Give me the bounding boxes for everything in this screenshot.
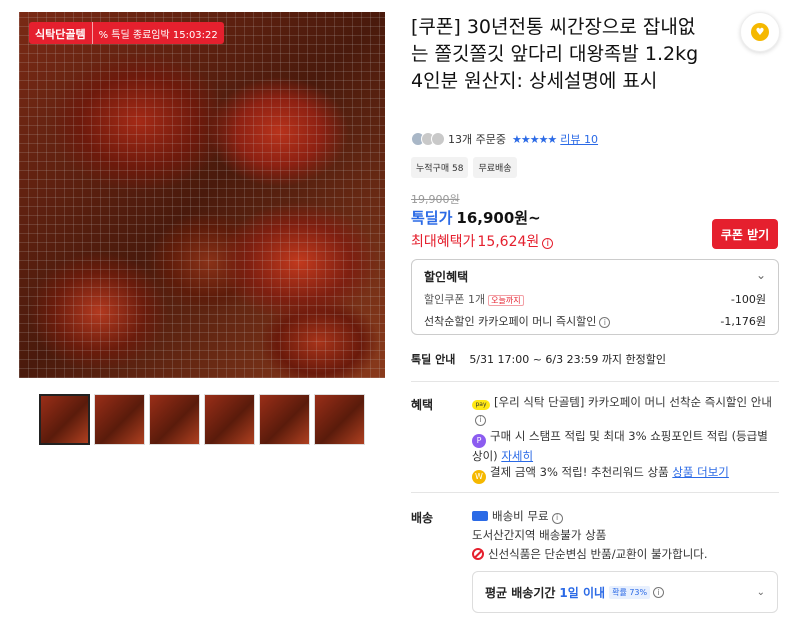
thumbnail[interactable] (204, 394, 255, 445)
buyer-count: 13개 주문중 (448, 133, 506, 146)
image-grid-texture (19, 12, 385, 378)
discount-row: 선착순할인 카카오페이 머니 즉시할인 i -1,176원 (424, 313, 766, 329)
deal-label: 톡딜가 (411, 209, 453, 227)
benefits-label: 혜택 (411, 398, 434, 412)
thumbnail[interactable] (94, 394, 145, 445)
today-tag: 오늘까지 (488, 295, 524, 306)
kakaopay-icon: pay (472, 400, 490, 410)
truck-icon (472, 511, 488, 521)
info-icon[interactable]: i (542, 238, 554, 249)
deal-price-row: 톡딜가 16,900원~ (411, 207, 541, 228)
discount-header: 할인혜택 (424, 270, 469, 284)
discount-box[interactable]: 할인혜택 ⌄ 할인쿠폰 1개 오늘까지 -100원 선착순할인 카카오페이 머니 … (411, 259, 779, 335)
review-link[interactable]: 리뷰 10 (560, 131, 598, 147)
shipping-warning: 신선식품은 단순변심 반품/교환이 불가합니다. (472, 546, 772, 562)
notice-label: 톡딜 안내 (411, 353, 456, 366)
image-badges: 식탁단골템 % 특딜 종료임박 15:03:22 (29, 22, 224, 44)
original-price: 19,900원 (411, 193, 460, 206)
point-icon: P (472, 434, 486, 448)
divider (411, 381, 779, 382)
benefit-item: W 결제 금액 3% 적립! 추천리워드 상품 상품 더보기 (472, 464, 772, 484)
deal-price: 16,900원~ (456, 209, 541, 227)
buyer-avatars (411, 132, 445, 146)
product-meta: 13개 주문중 ★★★★★ 리뷰 10 (411, 131, 598, 147)
thumbnail[interactable] (39, 394, 90, 445)
badge-label: 식탁단골템 (29, 22, 92, 44)
chip: 무료배송 (473, 157, 517, 178)
info-icon[interactable]: i (599, 317, 611, 328)
chip: 누적구매 58 (411, 157, 469, 178)
discount-row: 할인쿠폰 1개 오늘까지 -100원 (424, 291, 766, 307)
notice-text: 5/31 17:00 ~ 6/3 23:59 까지 한정할인 (469, 353, 667, 366)
benefit-item[interactable]: pay [우리 식탁 단골템] 카카오페이 머니 선착순 즉시할인 안내i (472, 394, 772, 426)
product-main-image[interactable] (19, 12, 385, 378)
product-chips: 누적구매 58 무료배송 (411, 157, 517, 178)
info-icon[interactable]: i (653, 586, 665, 598)
probability-badge: 확률 73% (609, 585, 651, 599)
info-icon[interactable]: i (475, 414, 486, 426)
shipping-fee: 배송비 무료 i (472, 508, 772, 524)
discount-row-label: 선착순할인 카카오페이 머니 즉시할인 (424, 315, 597, 328)
heart-coin-icon: ♥ (751, 23, 769, 41)
product-title: [쿠폰] 30년전통 씨간장으로 잡내없는 쫄깃쫄깃 앞다리 대왕족발 1.2k… (411, 16, 699, 92)
max-benefit-row: 최대혜택가 15,624원 i (411, 231, 554, 251)
thumbnail-strip (39, 394, 365, 445)
shipping-label: 배송 (411, 511, 434, 525)
avg-delivery-box[interactable]: 평균 배송기간 1일 이내 확률 73% i ⌄ (472, 571, 778, 613)
info-icon[interactable]: i (551, 512, 563, 524)
shipping-region: 도서산간지역 배송불가 상품 (472, 528, 607, 542)
more-products-link[interactable]: 상품 더보기 (672, 465, 729, 479)
wishlist-button[interactable]: ♥ (740, 12, 780, 52)
coin-icon: W (472, 470, 486, 484)
star-icon: ★★★★★ (511, 132, 557, 146)
deal-notice: 톡딜 안내 5/31 17:00 ~ 6/3 23:59 까지 한정할인 (411, 351, 666, 367)
thumbnail[interactable] (149, 394, 200, 445)
avg-delivery-value: 1일 이내 (559, 585, 606, 600)
discount-row-label: 할인쿠폰 1개 (424, 293, 486, 306)
thumbnail[interactable] (259, 394, 310, 445)
discount-row-value: -100원 (730, 293, 766, 306)
chevron-down-icon[interactable]: ⌄ (757, 587, 765, 598)
coupon-button[interactable]: 쿠폰 받기 (712, 219, 778, 249)
ban-icon (472, 548, 484, 560)
max-benefit-price: 15,624원 (477, 234, 540, 250)
details-link[interactable]: 자세히 (501, 449, 533, 463)
thumbnail[interactable] (314, 394, 365, 445)
max-benefit-label: 최대혜택가 (411, 234, 476, 250)
chevron-down-icon[interactable]: ⌄ (756, 268, 766, 285)
deal-countdown-badge: % 특딜 종료임박 15:03:22 (91, 22, 224, 44)
benefit-item: P 구매 시 스탬프 적립 및 최대 3% 쇼핑포인트 적립 (등급별 상이) 자… (472, 429, 768, 463)
discount-row-value: -1,176원 (720, 315, 766, 328)
avg-delivery-label: 평균 배송기간 (485, 585, 556, 600)
divider (411, 492, 779, 493)
